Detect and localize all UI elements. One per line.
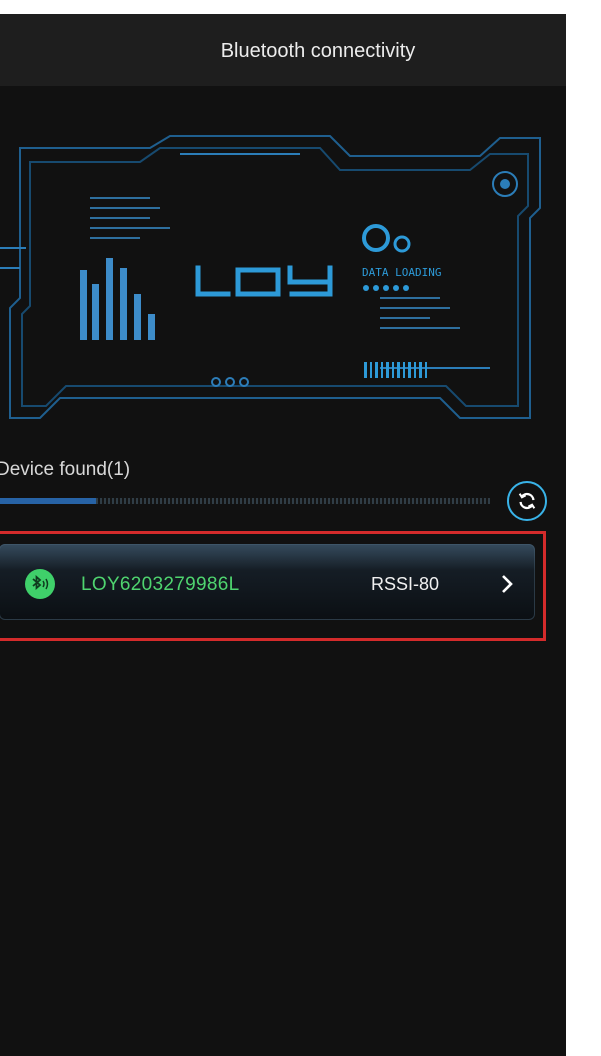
- loy-logo: [195, 265, 333, 297]
- device-card[interactable]: LOY6203279986L RSSI-80: [0, 544, 535, 620]
- refresh-button[interactable]: [507, 481, 547, 521]
- scan-progress-fill: [0, 498, 96, 504]
- loy-banner: DATA LOADING: [0, 135, 541, 419]
- header-bar: Bluetooth connectivity: [0, 14, 566, 86]
- refresh-icon: [518, 492, 536, 510]
- banner-status-text: DATA LOADING: [362, 266, 441, 279]
- page-title: Bluetooth connectivity: [220, 40, 416, 62]
- banner-barcode-icon: [364, 362, 427, 378]
- device-rssi: RSSI-80: [371, 574, 440, 594]
- card-glow: [0, 544, 535, 570]
- devices-found-label: Device found(1): [0, 459, 131, 480]
- scan-progress-bar: [0, 498, 490, 504]
- device-list-item[interactable]: LOY6203279986L RSSI-80: [0, 531, 546, 641]
- banner-bars-icon: [80, 258, 155, 340]
- device-name: LOY6203279986L: [81, 574, 240, 595]
- app-screen: Bluetooth connectivity DATA LOADING Devi…: [0, 14, 566, 1056]
- bluetooth-icon: [25, 569, 55, 599]
- chevron-right-icon: [502, 575, 513, 593]
